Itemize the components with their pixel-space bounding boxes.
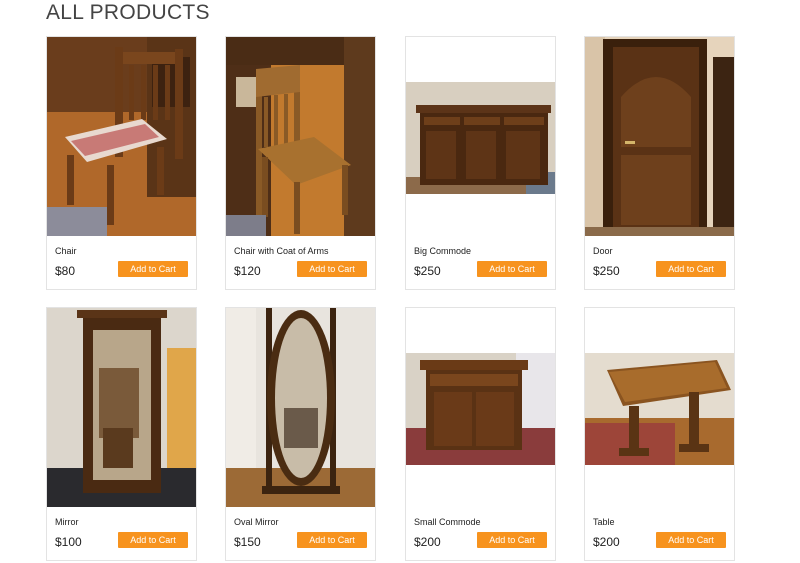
product-price: $100 xyxy=(55,535,82,549)
product-price: $200 xyxy=(414,535,441,549)
add-to-cart-button[interactable]: Add to Cart xyxy=(656,532,726,548)
add-to-cart-button[interactable]: Add to Cart xyxy=(118,532,188,548)
product-card[interactable]: Chair with Coat of Arms $120 Add to Cart xyxy=(225,36,376,290)
product-image[interactable] xyxy=(406,308,555,507)
product-name[interactable]: Oval Mirror xyxy=(234,517,279,527)
product-price: $250 xyxy=(414,264,441,278)
product-image[interactable] xyxy=(47,37,196,236)
product-name[interactable]: Big Commode xyxy=(414,246,471,256)
product-name[interactable]: Chair xyxy=(55,246,77,256)
page-title: ALL PRODUCTS xyxy=(46,1,210,24)
product-name[interactable]: Small Commode xyxy=(414,517,481,527)
product-name[interactable]: Mirror xyxy=(55,517,79,527)
product-price: $200 xyxy=(593,535,620,549)
product-card[interactable]: Door $250 Add to Cart xyxy=(584,36,735,290)
product-card[interactable]: Chair $80 Add to Cart xyxy=(46,36,197,290)
product-card[interactable]: Table $200 Add to Cart xyxy=(584,307,735,561)
product-image[interactable] xyxy=(47,308,196,507)
product-image[interactable] xyxy=(226,37,375,236)
product-card[interactable]: Mirror $100 Add to Cart xyxy=(46,307,197,561)
product-name[interactable]: Chair with Coat of Arms xyxy=(234,246,329,256)
add-to-cart-button[interactable]: Add to Cart xyxy=(477,261,547,277)
add-to-cart-button[interactable]: Add to Cart xyxy=(297,261,367,277)
add-to-cart-button[interactable]: Add to Cart xyxy=(656,261,726,277)
product-price: $120 xyxy=(234,264,261,278)
product-image[interactable] xyxy=(585,308,734,507)
product-price: $80 xyxy=(55,264,76,278)
add-to-cart-button[interactable]: Add to Cart xyxy=(477,532,547,548)
product-image[interactable] xyxy=(226,308,375,507)
product-card[interactable]: Big Commode $250 Add to Cart xyxy=(405,36,556,290)
product-name[interactable]: Door xyxy=(593,246,613,256)
product-price: $150 xyxy=(234,535,261,549)
product-name[interactable]: Table xyxy=(593,517,615,527)
add-to-cart-button[interactable]: Add to Cart xyxy=(118,261,188,277)
product-card[interactable]: Oval Mirror $150 Add to Cart xyxy=(225,307,376,561)
add-to-cart-button[interactable]: Add to Cart xyxy=(297,532,367,548)
product-image[interactable] xyxy=(406,37,555,236)
product-price: $250 xyxy=(593,264,620,278)
product-image[interactable] xyxy=(585,37,734,236)
product-card[interactable]: Small Commode $200 Add to Cart xyxy=(405,307,556,561)
